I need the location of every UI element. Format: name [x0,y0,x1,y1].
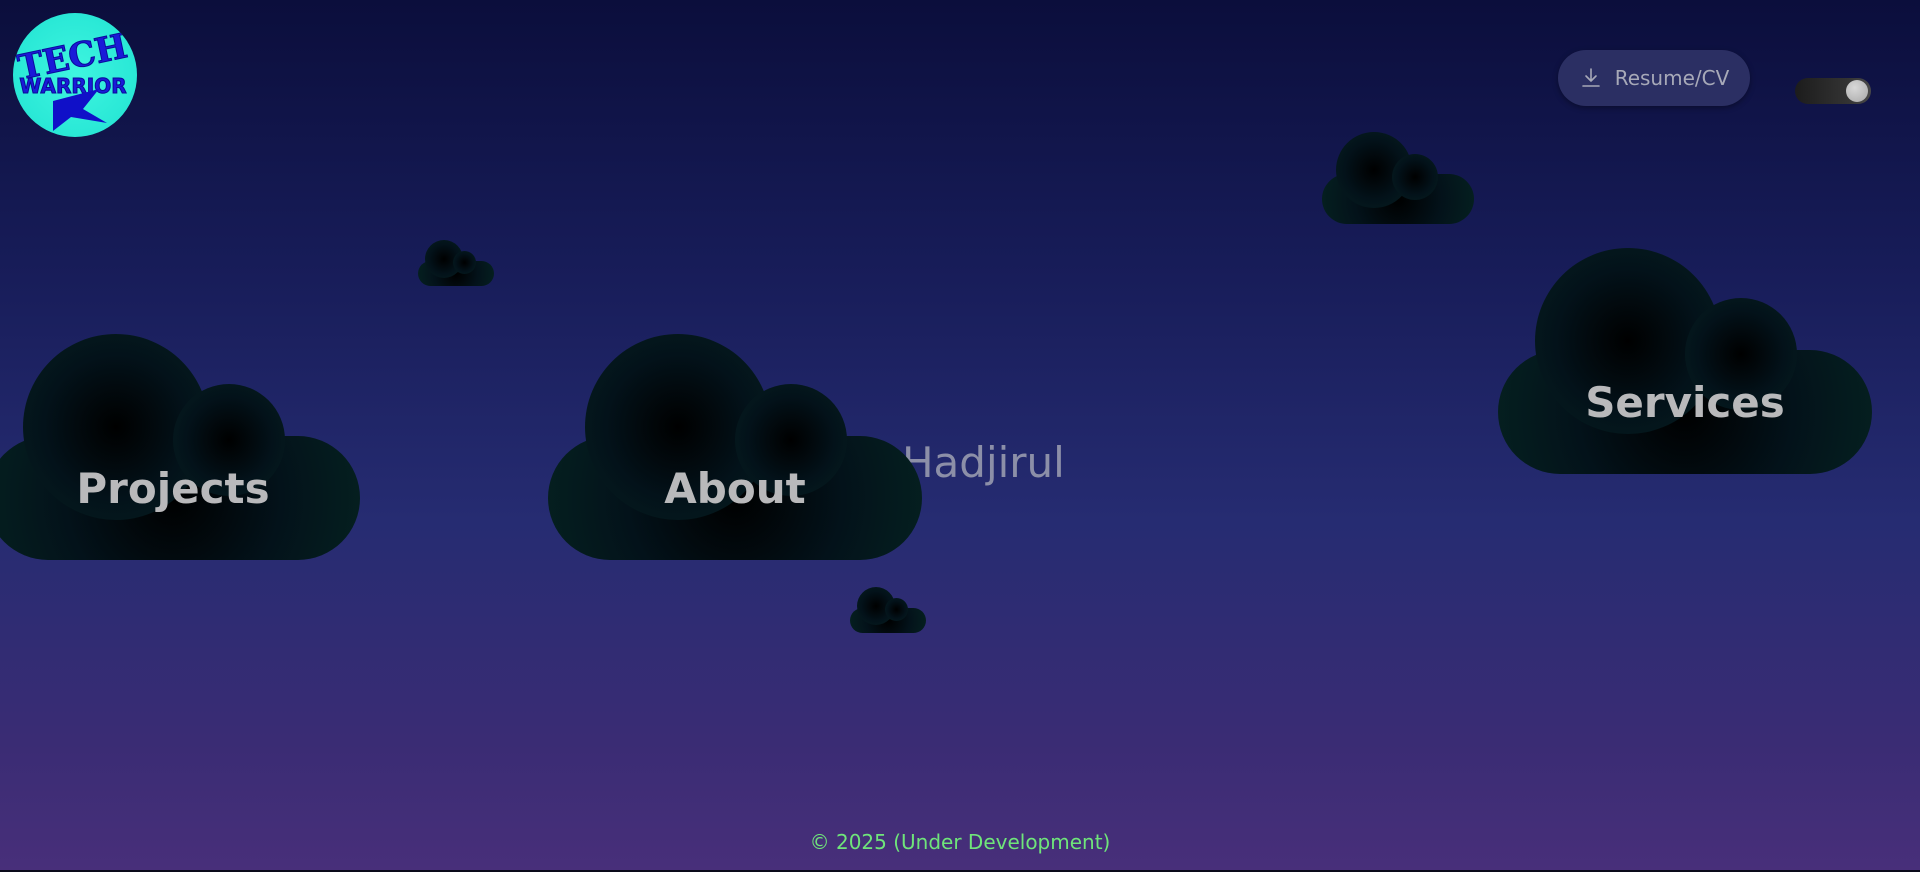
theme-toggle[interactable] [1795,78,1871,104]
tech-warrior-logo-icon: TECH WARRIOR [14,26,131,131]
site-logo[interactable]: TECH WARRIOR [13,13,137,137]
nav-cloud-services[interactable]: Services [1498,248,1872,474]
decorative-cloud [850,587,926,633]
svg-text:WARRIOR: WARRIOR [19,74,126,98]
resume-download-button[interactable]: Resume/CV [1558,50,1750,106]
nav-cloud-about[interactable]: About [548,334,922,560]
decorative-cloud [1322,132,1474,224]
toggle-knob [1846,80,1868,102]
nav-projects-link[interactable]: Projects [0,464,360,513]
resume-button-label: Resume/CV [1614,66,1730,90]
footer-copyright: © 2025 (Under Development) [809,830,1111,854]
nav-services-link[interactable]: Services [1498,378,1872,427]
decorative-cloud [418,240,494,286]
nav-about-link[interactable]: About [548,464,922,513]
download-icon [1581,68,1600,87]
nav-cloud-projects[interactable]: Projects [0,334,360,560]
